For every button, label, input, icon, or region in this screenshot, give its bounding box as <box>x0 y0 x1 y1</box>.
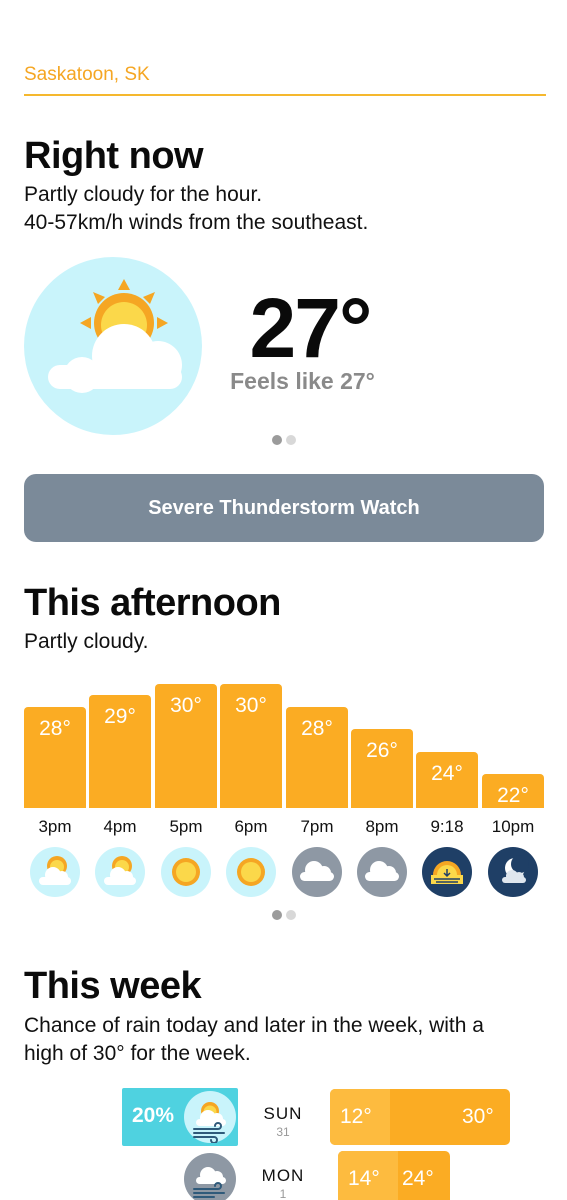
hourly-time-label: 9:18 <box>430 817 464 836</box>
hourly-temp-label: 24° <box>431 762 463 785</box>
partly-cloudy-windy-icon <box>184 1091 236 1143</box>
cloud-icon <box>357 847 407 897</box>
week-summary: Chance of rain today and later in the we… <box>24 1014 484 1065</box>
severe-weather-alert-button[interactable]: Severe Thunderstorm Watch <box>24 474 544 542</box>
feels-like-label: Feels like 27° <box>230 368 375 394</box>
day-name-mon: MON <box>261 1166 305 1185</box>
hourly-bar[interactable]: 24° <box>416 752 478 808</box>
afternoon-title: This afternoon <box>24 582 281 624</box>
hourly-time-label: 4pm <box>103 817 137 836</box>
page-dot[interactable] <box>285 910 296 920</box>
hourly-temp-label: 29° <box>104 705 136 728</box>
hourly-temp-label: 30° <box>235 694 267 717</box>
alert-label: Severe Thunderstorm Watch <box>148 497 420 519</box>
hourly-time-label: 3pm <box>38 817 72 836</box>
day-name-sun: SUN <box>263 1104 303 1123</box>
sunset-icon <box>422 847 472 897</box>
hourly-bar[interactable]: 30° <box>155 684 217 808</box>
hourly-bar[interactable]: 30° <box>220 684 282 808</box>
partly-cloudy-day-icon <box>24 257 202 435</box>
sun-icon <box>161 847 211 897</box>
hourly-bar[interactable]: 29° <box>89 695 151 808</box>
hourly-temp-label: 30° <box>170 694 202 717</box>
hourly-temp-label: 28° <box>301 717 333 740</box>
low-temp-mon: 14° <box>348 1167 380 1190</box>
hourly-bar[interactable]: 28° <box>24 707 86 808</box>
hourly-time-label: 6pm <box>234 817 268 836</box>
night-cloud-icon <box>488 847 538 897</box>
current-temperature: 27° <box>249 281 372 375</box>
hourly-temp-label: 22° <box>497 784 529 807</box>
high-temp-mon: 24° <box>402 1167 434 1190</box>
page-dot-active[interactable] <box>271 910 282 920</box>
day-date-sun: 31 <box>276 1125 290 1139</box>
page-dot[interactable] <box>285 435 296 445</box>
hourly-page-indicator[interactable] <box>0 910 567 920</box>
low-temp-sun: 12° <box>340 1105 372 1128</box>
location-label: Saskatoon, SK <box>24 64 150 85</box>
hourly-bar[interactable]: 26° <box>351 729 413 808</box>
page-dot-active[interactable] <box>271 435 282 445</box>
hourly-bar[interactable]: 22° <box>482 774 544 808</box>
sun-icon <box>226 847 276 897</box>
hourly-temperature-bars[interactable]: 28° 29° 30° 30° 28° 26° 24° 22° <box>24 680 544 808</box>
hourly-temp-label: 28° <box>39 717 71 740</box>
week-title: This week <box>24 965 202 1007</box>
page-indicator[interactable] <box>0 435 567 445</box>
afternoon-summary: Partly cloudy. <box>24 630 149 653</box>
day-date-mon: 1 <box>279 1187 287 1200</box>
hourly-time-label: 7pm <box>300 817 334 836</box>
partly-cloudy-day-icon <box>30 847 80 897</box>
hourly-time-label: 10pm <box>491 817 535 836</box>
rain-chance-label: 20% <box>132 1104 175 1127</box>
hourly-time-label: 5pm <box>169 817 203 836</box>
hourly-bar[interactable]: 28° <box>286 707 348 808</box>
cloud-icon <box>292 847 342 897</box>
cloudy-windy-icon <box>184 1153 236 1200</box>
right-now-summary: Partly cloudy for the hour. 40-57km/h wi… <box>24 183 369 234</box>
right-now-title: Right now <box>24 135 204 177</box>
location-header[interactable]: Saskatoon, SK <box>24 64 546 96</box>
hourly-time-label: 8pm <box>365 817 399 836</box>
hourly-temp-label: 26° <box>366 739 398 762</box>
high-temp-sun: 30° <box>462 1105 494 1128</box>
partly-cloudy-day-icon <box>95 847 145 897</box>
